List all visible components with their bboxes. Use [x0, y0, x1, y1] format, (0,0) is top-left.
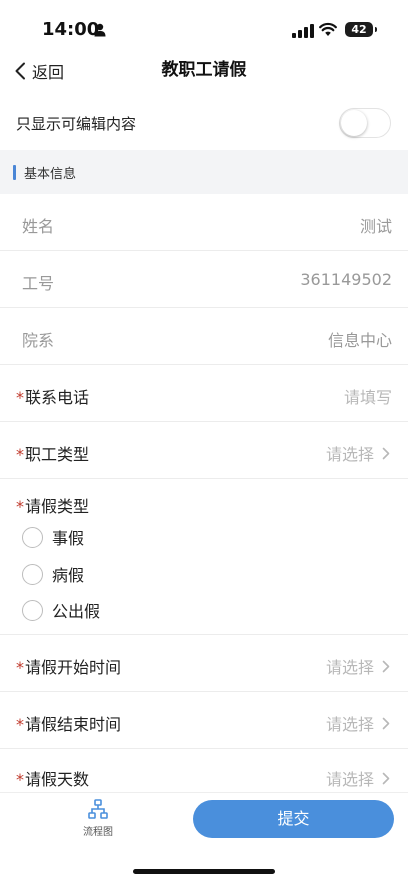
name-row: 姓名 测试 [0, 194, 408, 251]
end-time-label: *请假结束时间 [16, 711, 121, 735]
required-mark: * [16, 658, 24, 677]
end-time-placeholder: 请选择 [325, 715, 374, 734]
required-mark: * [16, 497, 24, 516]
staff-type-label: *职工类型 [16, 441, 89, 465]
required-mark: * [16, 445, 24, 464]
required-mark: * [16, 388, 24, 407]
submit-button[interactable]: 提交 [193, 800, 394, 838]
chevron-right-icon [382, 447, 390, 459]
radio-circle-icon [22, 599, 43, 621]
end-time-row[interactable]: *请假结束时间 请选择 [0, 692, 408, 749]
staff-type-select[interactable]: 请选择 [326, 441, 390, 465]
staff-type-label-text: 职工类型 [25, 445, 90, 464]
chevron-left-icon [15, 62, 25, 80]
flowchart-label: 流程图 [83, 827, 113, 838]
section-marker [13, 165, 16, 180]
phone-label-text: 联系电话 [25, 388, 90, 407]
staff-id-value: 361149502 [300, 270, 392, 289]
back-button[interactable]: 返回 [14, 58, 64, 84]
phone-row[interactable]: *联系电话 请填写 [0, 365, 408, 422]
start-time-select[interactable]: 请选择 [326, 654, 390, 678]
flowchart-button[interactable]: 流程图 [72, 797, 124, 841]
battery-icon: 42 [345, 22, 377, 37]
end-time-select[interactable]: 请选择 [326, 711, 390, 735]
phone-field[interactable]: 请填写 [344, 384, 392, 408]
editable-filter-toggle[interactable] [339, 108, 391, 138]
department-value: 信息中心 [327, 331, 392, 350]
chevron-right-icon [382, 717, 390, 729]
leave-type-option-personal[interactable]: 事假 [22, 525, 84, 549]
person-icon [94, 23, 106, 37]
start-time-placeholder: 请选择 [325, 658, 374, 677]
name-value: 测试 [359, 217, 392, 236]
staff-type-row[interactable]: *职工类型 请选择 [0, 422, 408, 479]
phone-label: *联系电话 [16, 384, 89, 408]
department-label: 院系 [22, 331, 55, 350]
leave-type-label-text: 请假类型 [25, 497, 90, 516]
radio-label: 公出假 [52, 602, 101, 621]
days-label-text: 请假天数 [25, 770, 90, 789]
leave-type-row: *请假类型 事假 病假 公出假 [0, 479, 408, 635]
signal-icon [292, 24, 314, 38]
home-indicator [133, 869, 275, 874]
wifi-icon [319, 22, 337, 36]
days-placeholder: 请选择 [325, 770, 374, 789]
end-time-label-text: 请假结束时间 [25, 715, 122, 734]
leave-type-option-sick[interactable]: 病假 [22, 562, 84, 586]
chevron-right-icon [382, 772, 390, 784]
required-mark: * [16, 715, 24, 734]
name-label: 姓名 [22, 217, 55, 236]
department-row: 院系 信息中心 [0, 308, 408, 365]
editable-filter-row: 只显示可编辑内容 [0, 95, 408, 150]
editable-filter-label: 只显示可编辑内容 [16, 115, 137, 133]
radio-label: 事假 [52, 529, 85, 548]
back-label: 返回 [32, 63, 65, 82]
staff-type-placeholder: 请选择 [325, 445, 374, 464]
chevron-right-icon [382, 660, 390, 672]
radio-circle-icon [22, 563, 43, 585]
staff-id-row: 工号 361149502 [0, 251, 408, 308]
section-title: 基本信息 [24, 167, 77, 182]
status-time: 14:00 [42, 19, 100, 40]
start-time-label-text: 请假开始时间 [25, 658, 122, 677]
staff-id-label: 工号 [22, 274, 55, 293]
toggle-knob [341, 110, 367, 136]
required-mark: * [16, 770, 24, 789]
radio-label: 病假 [52, 566, 85, 585]
start-time-label: *请假开始时间 [16, 654, 121, 678]
radio-circle-icon [22, 526, 43, 548]
start-time-row[interactable]: *请假开始时间 请选择 [0, 635, 408, 692]
leave-type-label: *请假类型 [16, 493, 89, 517]
days-select[interactable]: 请选择 [326, 766, 390, 790]
flowchart-icon [88, 799, 108, 819]
nav-bar: 教职工请假 返回 [0, 50, 408, 92]
leave-type-option-official[interactable]: 公出假 [22, 598, 100, 622]
status-bar: 14:00 42 [0, 0, 408, 50]
days-label: *请假天数 [16, 766, 89, 790]
